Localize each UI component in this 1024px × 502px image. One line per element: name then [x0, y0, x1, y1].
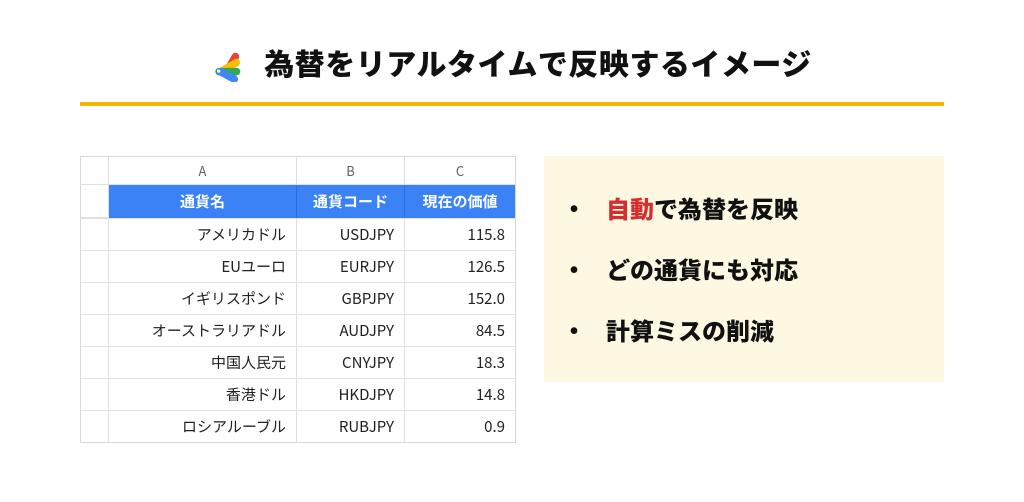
spreadsheet-sample: A B C 通貨名 通貨コード 現在の価値 アメリカドルUSDJPY115.8E…	[80, 156, 516, 443]
cell-currency-code: HKDJPY	[297, 378, 405, 410]
table-row: オーストラリアドルAUDJPY84.5	[81, 314, 515, 346]
cell-currency-code: CNYJPY	[297, 346, 405, 378]
cell-currency-code: GBPJPY	[297, 282, 405, 314]
cell-current-value: 115.8	[405, 218, 515, 250]
cell-currency-name: イギリスポンド	[109, 282, 297, 314]
title-row: 為替をリアルタイムで反映するイメージ	[80, 40, 944, 84]
row-number	[81, 346, 109, 378]
row-number	[81, 218, 109, 250]
bullet-list: ・自動で為替を反映・どの通貨にも対応・計算ミスの削減	[584, 192, 912, 346]
title-divider	[80, 102, 944, 106]
table-row: イギリスポンドGBPJPY152.0	[81, 282, 515, 314]
bullet-item: ・計算ミスの削減	[584, 314, 912, 345]
table-row: 中国人民元CNYJPY18.3	[81, 346, 515, 378]
col-letter-c: C	[405, 157, 515, 185]
bullet-text: 計算ミスの削減	[606, 312, 774, 347]
cell-current-value: 126.5	[405, 250, 515, 282]
bullet-item: ・自動で為替を反映	[584, 192, 912, 223]
bullet-emphasis: 自動	[606, 190, 654, 225]
header-currency-name: 通貨名	[109, 185, 297, 218]
cell-current-value: 18.3	[405, 346, 515, 378]
col-letter-a: A	[109, 157, 297, 185]
apps-script-logo-icon	[212, 42, 252, 82]
header-current-value: 現在の価値	[405, 185, 515, 218]
cell-currency-code: USDJPY	[297, 218, 405, 250]
row-number	[81, 282, 109, 314]
column-letters-row: A B C	[81, 157, 515, 185]
table-header-row: 通貨名 通貨コード 現在の価値	[81, 185, 515, 218]
col-letter-b: B	[297, 157, 405, 185]
cell-currency-code: RUBJPY	[297, 410, 405, 442]
bullet-dot-icon: ・	[584, 192, 606, 223]
cell-currency-name: オーストラリアドル	[109, 314, 297, 346]
cell-current-value: 84.5	[405, 314, 515, 346]
cell-currency-name: 香港ドル	[109, 378, 297, 410]
cell-current-value: 0.9	[405, 410, 515, 442]
row-number	[81, 410, 109, 442]
cell-currency-name: 中国人民元	[109, 346, 297, 378]
bullet-dot-icon: ・	[584, 253, 606, 284]
row-number	[81, 250, 109, 282]
table-row: ロシアルーブルRUBJPY0.9	[81, 410, 515, 442]
bullet-item: ・どの通貨にも対応	[584, 253, 912, 284]
table-row: EUユーロEURJPY126.5	[81, 250, 515, 282]
table-row: アメリカドルUSDJPY115.8	[81, 218, 515, 250]
cell-currency-name: EUユーロ	[109, 250, 297, 282]
bullet-text: で為替を反映	[654, 190, 798, 225]
callout-box: ・自動で為替を反映・どの通貨にも対応・計算ミスの削減	[544, 156, 944, 382]
row-number	[81, 378, 109, 410]
page-title: 為替をリアルタイムで反映するイメージ	[264, 40, 812, 84]
cell-current-value: 152.0	[405, 282, 515, 314]
cell-currency-code: AUDJPY	[297, 314, 405, 346]
header-currency-code: 通貨コード	[297, 185, 405, 218]
bullet-text: どの通貨にも対応	[606, 251, 798, 286]
cell-currency-code: EURJPY	[297, 250, 405, 282]
cell-currency-name: アメリカドル	[109, 218, 297, 250]
table-row: 香港ドルHKDJPY14.8	[81, 378, 515, 410]
cell-current-value: 14.8	[405, 378, 515, 410]
bullet-dot-icon: ・	[584, 314, 606, 345]
table-body: アメリカドルUSDJPY115.8EUユーロEURJPY126.5イギリスポンド…	[81, 218, 515, 442]
row-number	[81, 314, 109, 346]
cell-currency-name: ロシアルーブル	[109, 410, 297, 442]
